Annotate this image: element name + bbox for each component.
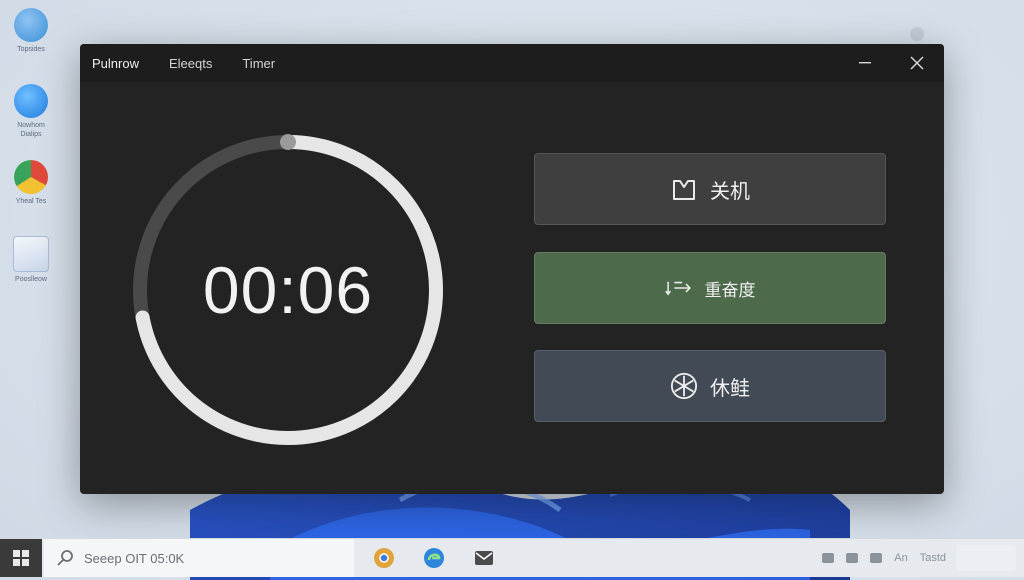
desktop-icon-3[interactable]: Yheal Tes	[4, 156, 58, 232]
tab-pulnrow[interactable]: Pulnrow	[92, 56, 139, 71]
tray-chevron-icon[interactable]	[822, 553, 835, 563]
clock-box[interactable]	[956, 545, 1016, 571]
windows-logo-icon	[13, 550, 29, 566]
desktop-icon-1[interactable]: Topsides	[4, 4, 58, 80]
edge-icon	[424, 548, 444, 568]
close-icon	[910, 56, 924, 70]
system-tray: An Tastd	[816, 539, 1024, 577]
close-button[interactable]	[894, 44, 940, 82]
person-icon	[14, 8, 48, 42]
search-icon	[57, 550, 73, 566]
desktop-icon-label: Pooslleow	[15, 276, 47, 283]
restart-button[interactable]: 重奋度	[534, 252, 886, 324]
taskbar-app-mail[interactable]	[470, 544, 498, 572]
timer-readout: 00:06	[202, 253, 374, 327]
start-button[interactable]	[0, 539, 42, 577]
desktop-icons: Topsides Nowhom Dialips Yheal Tes Poosll…	[4, 4, 58, 308]
taskbar-app-edge[interactable]	[420, 544, 448, 572]
tray-text-1: An	[894, 552, 908, 564]
tab-timer[interactable]: Timer	[242, 56, 275, 71]
edge-icon	[14, 84, 48, 118]
taskbar-app-chrome[interactable]	[370, 544, 398, 572]
chrome-icon	[14, 160, 48, 194]
snowflake-icon	[670, 372, 698, 400]
shutdown-button[interactable]: 关机	[534, 153, 886, 225]
chrome-icon	[374, 548, 394, 568]
minimize-button[interactable]	[842, 44, 888, 82]
tab-eleeqts[interactable]: Eleeqts	[169, 56, 212, 71]
timer-window: Pulnrow Eleeqts Timer 00:06 关机 重奋度 休鲑	[80, 44, 944, 494]
title-bar: Pulnrow Eleeqts Timer	[80, 44, 944, 82]
restart-label: 重奋度	[704, 280, 756, 301]
desktop-icon-label: Topsides	[17, 46, 45, 53]
desktop-icon-label: Yheal Tes	[15, 198, 47, 205]
desktop-icon-label: Nowhom Dialips	[17, 122, 45, 138]
desktop-tray-stub	[910, 27, 924, 41]
sleep-button[interactable]: 休鲑	[534, 350, 886, 422]
desktop-icon-2[interactable]: Nowhom Dialips	[4, 80, 58, 156]
restart-arrow-icon	[664, 274, 693, 302]
taskbar-search[interactable]: Seeep OIT 05:0K	[44, 539, 354, 577]
tray-network-icon[interactable]	[846, 553, 859, 563]
minimize-icon	[859, 62, 871, 64]
shutdown-box-icon	[670, 175, 698, 203]
desktop-icon-4[interactable]: Pooslleow	[4, 232, 58, 308]
tray-volume-icon[interactable]	[870, 553, 883, 563]
sleep-label: 休鲑	[710, 375, 750, 400]
search-text: Seeep OIT 05:0K	[84, 550, 185, 566]
taskbar: Seeep OIT 05:0K An Tastd	[0, 538, 1024, 577]
mail-icon	[475, 551, 493, 565]
shutdown-label: 关机	[710, 178, 750, 203]
document-icon	[13, 236, 49, 272]
tray-text-2: Tastd	[919, 552, 946, 564]
